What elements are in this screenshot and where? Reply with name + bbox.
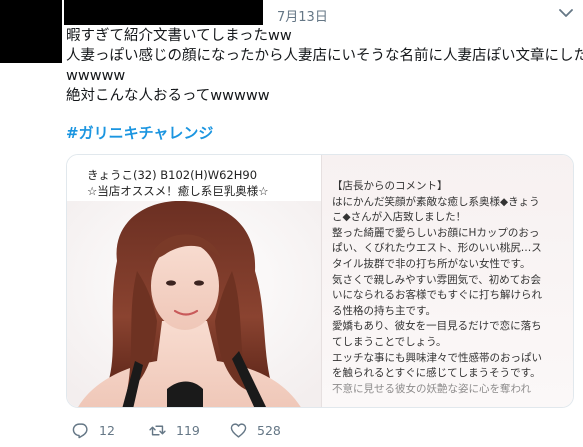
tweet-text-line: 暇すぎて紹介文書いてしまったww bbox=[66, 28, 292, 44]
profile-tagline: ☆当店オススメ！癒し系巨乳奥様☆ bbox=[87, 184, 269, 198]
caret-down-icon[interactable] bbox=[559, 9, 573, 18]
shop-comment: 【店長からのコメント】 はにかんだ笑顔が素敵な癒し系奥様◆きょう こ◆さんが入店… bbox=[332, 179, 572, 397]
comment-line: 不意に見せる彼女の妖艶な姿に心を奪われ bbox=[332, 382, 531, 395]
comment-line: はにかんだ笑顔が素敵な癒し系奥様◆きょう bbox=[332, 195, 540, 208]
comment-line: る性格の持ち主です。 bbox=[332, 304, 436, 317]
retweet-count: 119 bbox=[176, 422, 200, 438]
user-name[interactable] bbox=[64, 0, 263, 25]
comment-line: タイル抜群で非の打ち所がない女性です。 bbox=[332, 257, 531, 270]
tweet-text-line: 人妻っぽい感じの顔になったから人妻店にいそうな名前に人妻店ぽい文章にした bbox=[66, 48, 583, 64]
profile-name: きょうこ(32) B102(H)W62H90 bbox=[87, 168, 258, 182]
tweet-text-line: wwwww bbox=[66, 68, 126, 84]
comment-line: 【店長からのコメント】 bbox=[332, 180, 448, 192]
comment-line: 整った綺麗で愛らしいお顔にHカップのおっ bbox=[332, 226, 540, 239]
media-photo-left[interactable]: きょうこ(32) B102(H)W62H90 ☆当店オススメ！癒し系巨乳奥様☆ bbox=[67, 155, 321, 407]
tweet-text: 暇すぎて紹介文書いてしまったww 人妻っぽい感じの顔になったから人妻店にいそうな… bbox=[66, 26, 583, 106]
comment-line: いになられるお客様でもすぐに打ち解けられ bbox=[332, 289, 542, 302]
comment-line: 愛嬌もあり、彼女を一目見るだけで恋に落ち bbox=[332, 320, 542, 333]
like-icon bbox=[230, 422, 247, 438]
portrait-photo bbox=[67, 201, 321, 407]
hashtag-link[interactable]: #ガリニキチャレンジ bbox=[66, 122, 213, 143]
reply-icon bbox=[72, 422, 88, 438]
tweet-media[interactable]: きょうこ(32) B102(H)W62H90 ☆当店オススメ！癒し系巨乳奥様☆ bbox=[66, 154, 574, 408]
comment-line: エッチな事にも興味津々で性感帯のおっぱい bbox=[332, 351, 542, 364]
comment-line: ぱい、くびれたウエスト、形のいい桃尻…ス bbox=[332, 242, 542, 255]
reply-button[interactable]: 12 bbox=[72, 420, 115, 440]
comment-line: 気さくで親しみやすい雰囲気で、初めてお会 bbox=[332, 273, 541, 286]
comment-line: こ◆さんが入店致しました！ bbox=[332, 211, 467, 224]
tweet-date[interactable]: 7月13日 bbox=[277, 6, 328, 25]
tweet-actions: 12 119 528 bbox=[72, 420, 372, 440]
retweet-button[interactable]: 119 bbox=[149, 420, 200, 440]
avatar[interactable] bbox=[0, 0, 62, 63]
retweet-icon bbox=[149, 425, 166, 435]
reply-count: 12 bbox=[99, 422, 115, 438]
comment-line: てしまうことでしょう。 bbox=[332, 335, 447, 348]
tweet-text-line: 絶対こんな人おるってwwwww bbox=[66, 88, 270, 104]
comment-line: を触られるとすぐに感じてしまうそうです。 bbox=[332, 367, 541, 380]
like-button[interactable]: 528 bbox=[230, 420, 281, 440]
media-photo-right[interactable]: 【店長からのコメント】 はにかんだ笑顔が素敵な癒し系奥様◆きょう こ◆さんが入店… bbox=[321, 155, 573, 407]
like-count: 528 bbox=[257, 422, 281, 438]
